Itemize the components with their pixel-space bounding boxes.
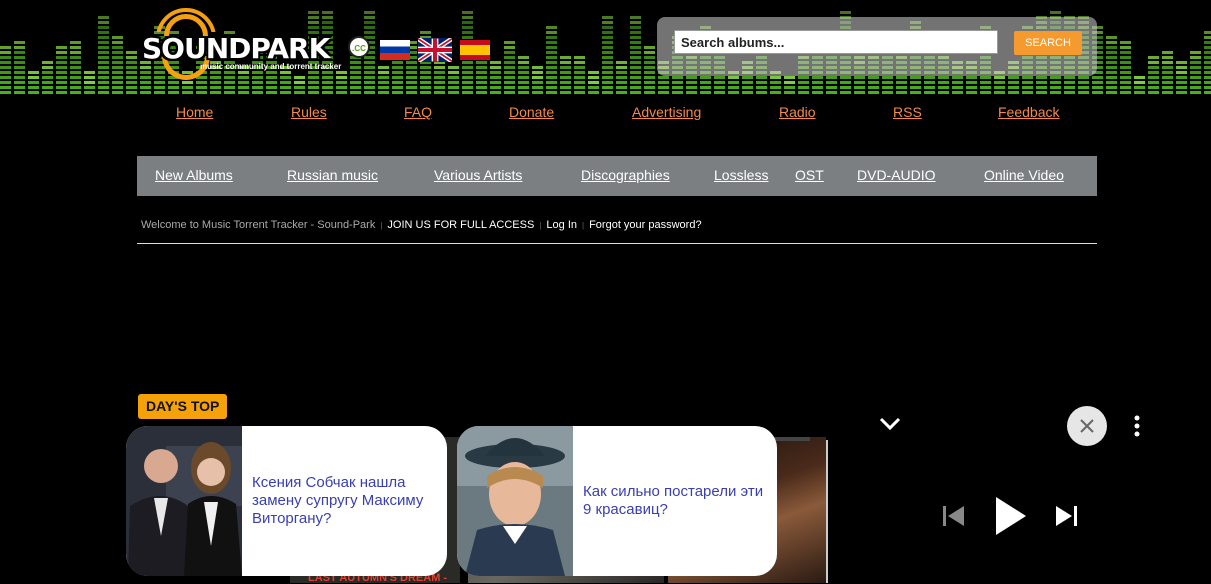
separator: | [582, 221, 585, 230]
menu-russian-music[interactable]: Russian music [287, 167, 378, 183]
skip-next-icon[interactable] [1054, 503, 1080, 529]
login-link[interactable]: Log In [546, 219, 577, 231]
category-menu: New Albums Russian music Various Artists… [137, 156, 1097, 196]
flag-uk-icon[interactable] [418, 38, 452, 62]
ad-card[interactable]: Ксения Собчак нашла замену супругу Макси… [126, 426, 447, 576]
logo-domain-badge: .CC [348, 36, 370, 58]
logo-text: SOUNDPARK [142, 32, 330, 65]
divider [137, 243, 1097, 244]
flag-russian-icon[interactable] [380, 40, 410, 60]
join-link[interactable]: JOIN US FOR FULL ACCESS [387, 219, 534, 231]
nav-radio[interactable]: Radio [779, 104, 816, 120]
separator: | [380, 221, 383, 230]
menu-ost[interactable]: OST [795, 167, 824, 183]
nav-rules[interactable]: Rules [291, 104, 327, 120]
welcome-bar: Welcome to Music Torrent Tracker - Sound… [141, 219, 702, 231]
separator: | [539, 221, 542, 230]
nav-home[interactable]: Home [176, 104, 213, 120]
menu-new-albums[interactable]: New Albums [155, 167, 233, 183]
skip-previous-icon[interactable] [940, 503, 966, 529]
ad-card[interactable]: Как сильно постарели эти 9 красавиц? [457, 426, 777, 576]
nav-rss[interactable]: RSS [893, 104, 922, 120]
strip-border [826, 440, 828, 583]
menu-online-video[interactable]: Online Video [984, 167, 1064, 183]
site-logo[interactable]: SOUNDPARK .CC music community and torren… [142, 8, 374, 80]
search-button[interactable]: SEARCH [1014, 31, 1082, 55]
menu-discographies[interactable]: Discographies [581, 167, 670, 183]
menu-lossless[interactable]: Lossless [714, 167, 768, 183]
flag-spanish-icon[interactable] [460, 40, 490, 60]
ad-image [126, 426, 242, 576]
welcome-text: Welcome to Music Torrent Tracker - Sound… [141, 219, 376, 231]
nav-donate[interactable]: Donate [509, 104, 554, 120]
search-panel: SEARCH [657, 17, 1097, 76]
logo-tagline: music community and torrent tracker [200, 62, 342, 71]
nav-feedback[interactable]: Feedback [998, 104, 1059, 120]
chevron-down-icon[interactable] [878, 416, 902, 432]
ad-headline[interactable]: Как сильно постарели эти 9 красавиц? [583, 426, 765, 576]
days-top-label: DAY'S TOP [138, 394, 228, 419]
close-icon [1080, 419, 1094, 433]
menu-various-artists[interactable]: Various Artists [434, 167, 522, 183]
play-icon[interactable] [990, 494, 1030, 538]
menu-dvd-audio[interactable]: DVD-AUDIO [857, 167, 936, 183]
more-vertical-icon[interactable] [1130, 414, 1144, 438]
close-button[interactable] [1067, 406, 1107, 446]
ad-image [457, 426, 573, 576]
nav-advertising[interactable]: Advertising [632, 104, 701, 120]
search-input[interactable] [674, 30, 998, 54]
forgot-password-link[interactable]: Forgot your password? [589, 219, 702, 231]
ad-headline[interactable]: Ксения Собчак нашла замену супругу Макси… [252, 426, 435, 576]
nav-faq[interactable]: FAQ [404, 104, 432, 120]
